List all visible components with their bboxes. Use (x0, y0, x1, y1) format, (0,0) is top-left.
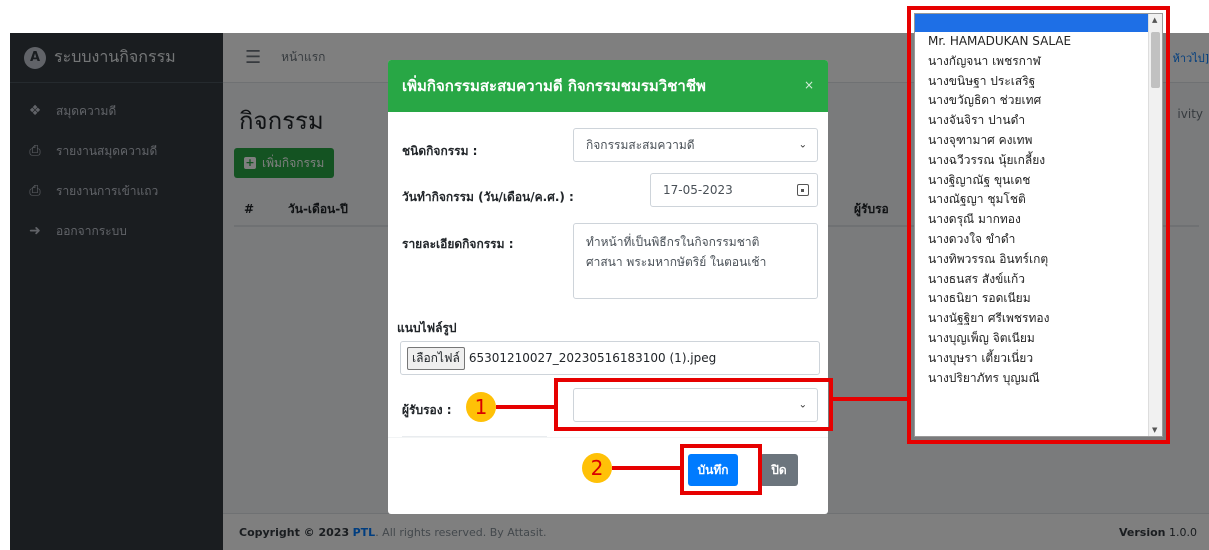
dropdown-option[interactable]: นางจุฑามาศ คงเทพ (915, 131, 1162, 151)
dropdown-option[interactable]: นางทิพวรรณ อินทร์เกตุ (915, 250, 1162, 270)
calendar-icon[interactable] (797, 184, 809, 196)
file-name: 65301210027_20230516183100 (1).jpeg (468, 351, 717, 365)
dropdown-option[interactable]: นางบุญเพ็ญ จิตเนียม (915, 329, 1162, 349)
file-input[interactable]: เลือกไฟล์ 65301210027_20230516183100 (1)… (400, 341, 820, 375)
dropdown-empty-option[interactable] (915, 14, 1162, 32)
activity-type-label: ชนิดกิจกรรม : (402, 144, 478, 158)
close-icon[interactable]: × (804, 78, 814, 92)
modal-footer-divider (388, 437, 828, 438)
dropdown-option[interactable]: นางณัฐญา ชุมโชติ (915, 190, 1162, 210)
page: A ระบบงานกิจกรรม ❖ สมุดความดี ⎙ รายงานสม… (0, 0, 1209, 550)
scroll-down-icon[interactable]: ▼ (1152, 426, 1157, 434)
chevron-down-icon: ⌄ (798, 139, 807, 151)
dropdown-option[interactable]: นางธนสร สังข์แก้ว (915, 270, 1162, 290)
dropdown-option[interactable]: นางธนิยา รอดเนียม (915, 289, 1162, 309)
annotation-box-save (680, 444, 762, 495)
details-line: ศาสนา พระมหากษัตริย์ ในตอนเช้า (586, 255, 767, 269)
dropdown-option[interactable]: Mr. HAMADUKAN SALAE (915, 32, 1162, 52)
modal-header: เพิ่มกิจกรรมสะสมความดี กิจกรรมชมรมวิชาชี… (388, 60, 828, 112)
dropdown-option[interactable]: นางขวัญธิดา ช่วยเทศ (915, 91, 1162, 111)
close-button[interactable]: ปิด (760, 454, 798, 486)
approver-dropdown-list[interactable]: Mr. HAMADUKAN SALAE นางกัญจนา เพชรกาฬ นางข… (914, 13, 1163, 437)
activity-type-select[interactable]: กิจกรรมสะสมความดี ⌄ (573, 128, 818, 162)
date-label: วันทำกิจกรรม (วัน/เดือน/ค.ศ.) : (402, 190, 574, 204)
details-label: รายละเอียดกิจกรรม : (402, 237, 514, 251)
dropdown-option[interactable]: นางกัญจนา เพชรกาฬ (915, 52, 1162, 72)
approver-label: ผู้รับรอง : (402, 403, 452, 417)
dropdown-option[interactable]: นางบุษรา เตี้ยวเนี่ยว (915, 349, 1162, 369)
dropdown-options: Mr. HAMADUKAN SALAE นางกัญจนา เพชรกาฬ นางข… (915, 32, 1162, 388)
modal-title: เพิ่มกิจกรรมสะสมความดี กิจกรรมชมรมวิชาชี… (402, 77, 706, 95)
dropdown-option[interactable]: นางขนิษฐา ประเสริฐ (915, 72, 1162, 92)
annotation-connector (833, 397, 911, 401)
scroll-up-icon[interactable]: ▲ (1152, 16, 1157, 24)
image-label: แนบไฟล์รูป (397, 321, 457, 335)
dropdown-option[interactable]: นางนัฐฐิยา ศรีเพชรทอง (915, 309, 1162, 329)
dropdown-option[interactable]: นางจันจิรา ปานดำ (915, 111, 1162, 131)
annotation-box-approver (554, 378, 833, 431)
scrollbar-thumb[interactable] (1151, 32, 1160, 88)
details-line: ทำหน้าที่เป็นพิธีกรในกิจกรรมชาติ (586, 235, 760, 249)
dropdown-option[interactable]: นางดรุณี มากทอง (915, 210, 1162, 230)
annotation-badge-2: 2 (582, 453, 612, 483)
add-activity-modal: เพิ่มกิจกรรมสะสมความดี กิจกรรมชมรมวิชาชี… (388, 60, 828, 514)
activity-type-value: กิจกรรมสะสมความดี (586, 137, 695, 152)
date-input[interactable]: 17-05-2023 (650, 173, 818, 207)
dropdown-option[interactable]: นางปริยาภัทร บุญมณี (915, 369, 1162, 389)
scrollbar[interactable]: ▲ ▼ (1148, 14, 1162, 436)
date-value: 17-05-2023 (663, 183, 733, 197)
details-textarea[interactable]: ทำหน้าที่เป็นพิธีกรในกิจกรรมชาติ ศาสนา พ… (573, 223, 818, 299)
annotation-badge-1: 1 (466, 392, 496, 422)
choose-file-button[interactable]: เลือกไฟล์ (407, 346, 465, 370)
dropdown-option[interactable]: นางดวงใจ ขำดำ (915, 230, 1162, 250)
dropdown-option[interactable]: นางฐิญาณัฐ ขุนเดช (915, 171, 1162, 191)
annotation-line-2 (612, 466, 680, 470)
annotation-line-1 (496, 405, 554, 409)
dropdown-option[interactable]: นางฉวีวรรณ นุ้ยเกลี้ยง (915, 151, 1162, 171)
